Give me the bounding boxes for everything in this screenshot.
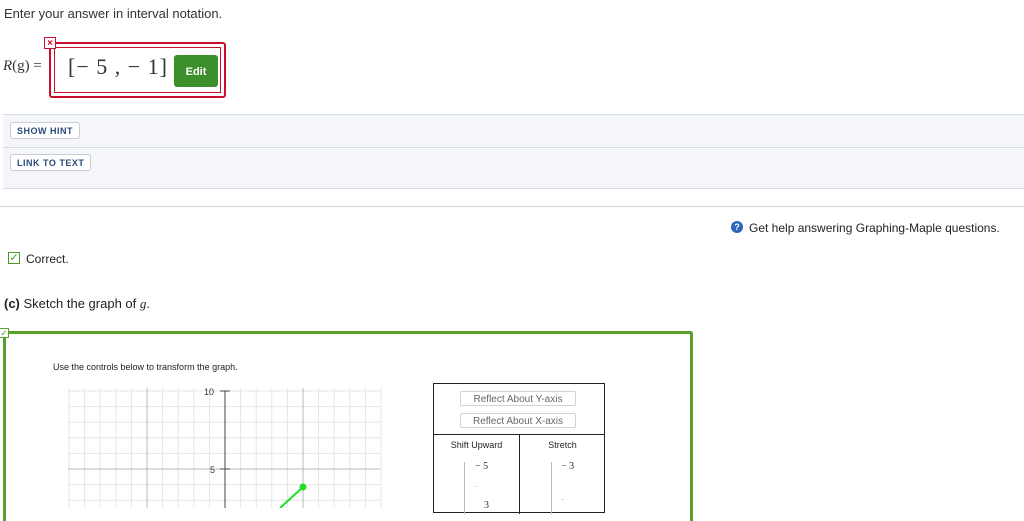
range-label: R(g) =	[3, 58, 42, 75]
frame-check-icon: ✓	[0, 328, 9, 338]
edit-button[interactable]: Edit	[174, 55, 218, 87]
part-c-text: Sketch the graph of	[23, 296, 137, 311]
graph-drag-handle[interactable]	[299, 483, 307, 491]
section-divider	[0, 206, 1024, 207]
incorrect-icon: ×	[44, 37, 56, 49]
shift-slider-top-value: − 5	[475, 461, 489, 472]
stretch-heading: Stretch	[548, 440, 577, 450]
reflect-x-button[interactable]: Reflect About X-axis	[460, 413, 576, 428]
link-to-text-button[interactable]: LINK TO TEXT	[10, 154, 92, 171]
range-func: R	[3, 58, 13, 74]
transform-controls: Reflect About Y-axis Reflect About X-axi…	[433, 383, 605, 514]
y-tick-label-10: 10	[204, 388, 214, 397]
major-grid	[68, 388, 380, 508]
stretch-slider-dash: -	[561, 494, 564, 504]
graph-function-line[interactable]	[279, 486, 304, 508]
part-c-prompt: (c) Sketch the graph of g.	[4, 296, 150, 312]
hint-panel	[3, 114, 1024, 189]
answer-value: [− 5 , − 1]	[68, 54, 168, 79]
help-link[interactable]: Get help answering Graphing-Maple questi…	[749, 221, 1000, 235]
panel-divider	[3, 147, 1024, 148]
stretch-slider-track[interactable]	[551, 462, 552, 514]
reflect-y-button[interactable]: Reflect About Y-axis	[460, 391, 576, 406]
range-arg: (g)	[12, 58, 30, 74]
y-tick-label-5: 5	[210, 465, 215, 475]
part-c-label: (c)	[4, 296, 20, 311]
part-c-end: .	[146, 296, 151, 311]
shift-upward-heading: Shift Upward	[450, 440, 503, 450]
shift-slider-next-value: 3	[484, 500, 489, 511]
question-instruction: Enter your answer in interval notation.	[4, 6, 223, 21]
shift-slider-track[interactable]	[464, 462, 465, 514]
correct-check-icon: ✓	[8, 252, 20, 264]
graph-instruction: Use the controls below to transform the …	[53, 362, 238, 372]
shift-slider-dash: -	[475, 481, 478, 491]
help-icon[interactable]: ?	[731, 221, 743, 233]
range-equals: =	[33, 58, 42, 74]
show-hint-button[interactable]: SHOW HINT	[10, 122, 80, 139]
graph-canvas[interactable]: 10 5	[68, 388, 384, 508]
correct-feedback: Correct.	[26, 252, 69, 266]
stretch-slider-top-value: − 3	[561, 461, 575, 472]
